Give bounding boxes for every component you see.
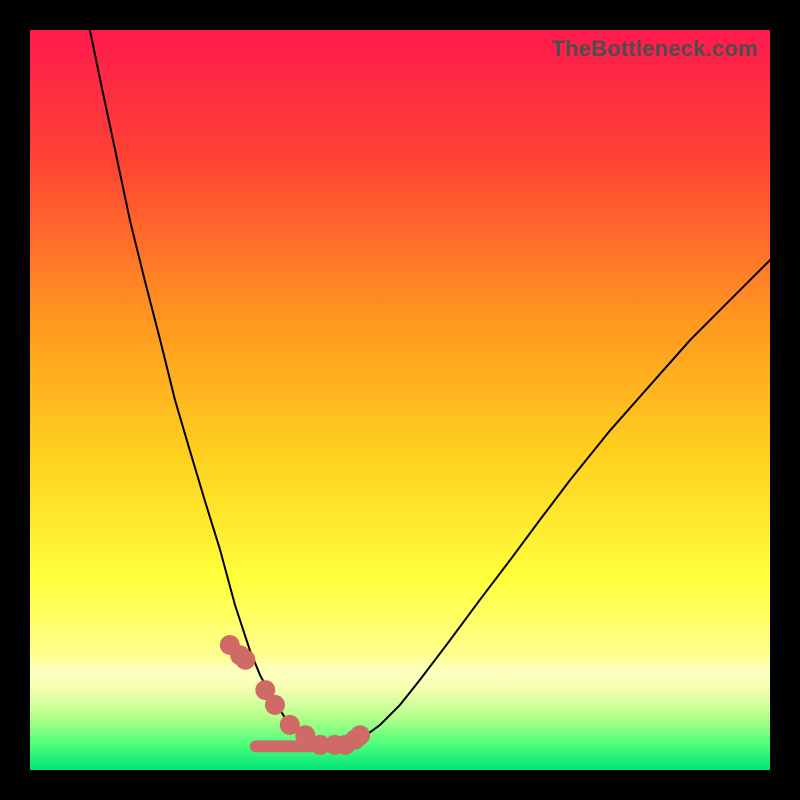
marker-dot [235,650,255,670]
v-curve [90,30,770,745]
marker-dot [350,725,370,745]
outer-frame: TheBottleneck.com [0,0,800,800]
chart-svg [30,30,770,770]
plot-area: TheBottleneck.com [30,30,770,770]
watermark-text: TheBottleneck.com [552,36,758,62]
marker-dot [265,695,285,715]
